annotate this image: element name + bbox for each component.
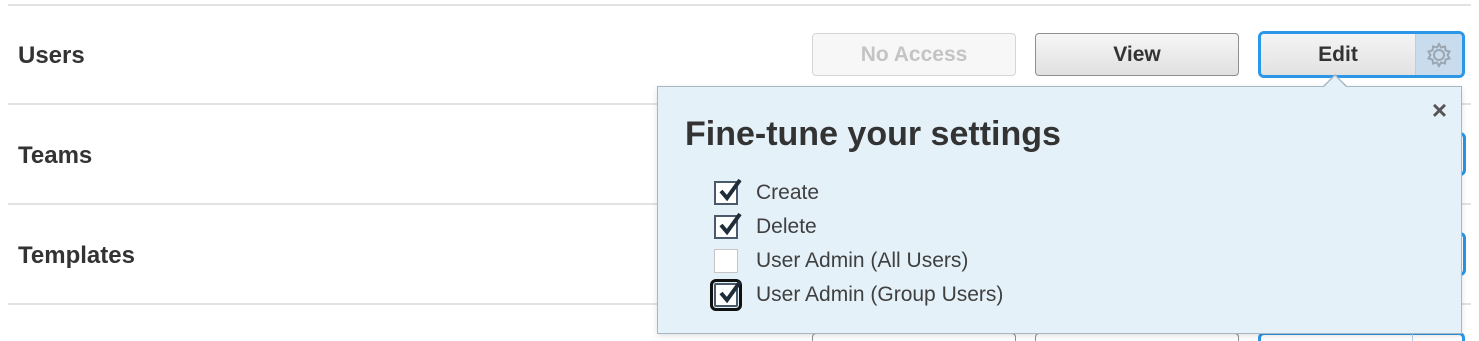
fine-tune-popover: × Fine-tune your settings Create Delete … [657,86,1462,334]
next-row-edit-divider [1412,334,1413,341]
row-label-teams: Teams [18,142,93,169]
option-label: User Admin (All Users) [756,249,969,272]
edit-button-group: Edit [1258,31,1465,78]
close-icon[interactable]: × [1432,97,1447,123]
popover-arrow-fill [1324,76,1346,87]
next-row-view-button [1035,333,1239,341]
checkmark-icon [719,280,742,304]
row-label-templates: Templates [18,242,135,269]
option-create[interactable]: Create [714,178,819,208]
view-button[interactable]: View [1035,33,1239,76]
option-delete[interactable]: Delete [714,212,817,242]
checkmark-icon [719,178,742,202]
user-admin-all-checkbox[interactable] [714,249,738,273]
edit-button[interactable]: Edit [1261,34,1416,75]
no-access-button[interactable]: No Access [812,33,1016,76]
option-label: Delete [756,215,817,238]
next-row-no-access-button [812,333,1016,341]
delete-checkbox[interactable] [714,212,742,239]
row-divider [8,4,1471,6]
gear-icon[interactable] [1416,34,1462,75]
checkmark-icon [719,212,742,236]
user-admin-group-checkbox[interactable] [710,279,742,311]
create-checkbox[interactable] [714,178,742,205]
permissions-panel: Users Teams Templates No Access View Edi… [0,0,1479,341]
popover-title: Fine-tune your settings [685,115,1061,153]
option-label: Create [756,181,820,204]
option-user-admin-group[interactable]: User Admin (Group Users) [710,279,1004,311]
option-user-admin-all[interactable]: User Admin (All Users) [714,246,968,276]
row-label-users: Users [18,42,85,69]
option-label: User Admin (Group Users) [756,283,1004,306]
